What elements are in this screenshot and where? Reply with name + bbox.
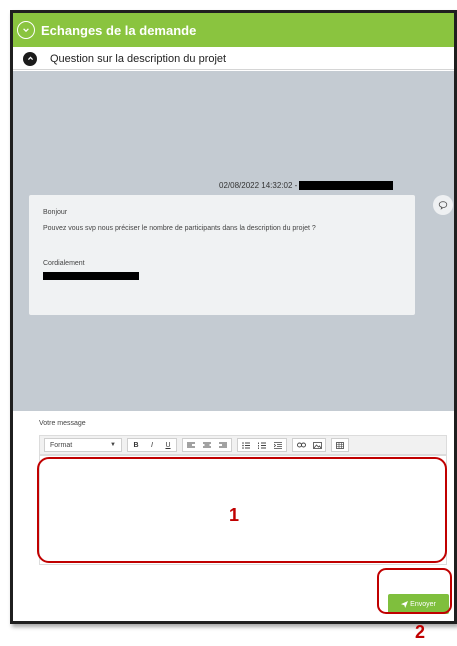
dropdown-arrow-icon: ▼ <box>110 442 116 448</box>
message-body: Pouvez vous svp nous préciser le nombre … <box>43 225 316 232</box>
message-thread[interactable]: 02/08/2022 14:32:02 - Bonjour Pouvez vou… <box>13 71 454 411</box>
redacted-sender <box>299 181 394 190</box>
highlight-editor <box>37 457 447 563</box>
align-left-icon[interactable] <box>183 439 199 451</box>
align-right-icon[interactable] <box>215 439 231 451</box>
format-select-value: Format <box>50 441 73 449</box>
message-timestamp: 02/08/2022 14:32:02 - <box>219 181 298 190</box>
annotation-number: 2 <box>415 622 426 642</box>
redacted-signature <box>43 272 139 280</box>
highlight-send <box>377 568 452 614</box>
indent-icon[interactable] <box>270 439 286 451</box>
section-header[interactable]: Echanges de la demande <box>13 13 454 47</box>
align-group <box>182 438 232 452</box>
italic-button[interactable]: I <box>144 439 160 451</box>
chevron-down-icon[interactable] <box>17 21 35 39</box>
table-group <box>331 438 349 452</box>
thread-header[interactable]: Question sur la description du projet <box>13 48 454 70</box>
text-style-group: B I U <box>127 438 177 452</box>
message-meta: 02/08/2022 14:32:02 - <box>219 181 394 190</box>
reply-icon[interactable] <box>433 195 453 215</box>
format-select[interactable]: Format ▼ <box>44 438 122 452</box>
link-icon[interactable] <box>293 439 309 451</box>
request-exchanges-panel: Echanges de la demande Question sur la d… <box>10 10 457 624</box>
message-label: Votre message <box>39 420 86 427</box>
message-closing: Cordialement <box>43 260 85 267</box>
align-center-icon[interactable] <box>199 439 215 451</box>
insert-group <box>292 438 326 452</box>
bullet-list-icon[interactable] <box>238 439 254 451</box>
bold-button[interactable]: B <box>128 439 144 451</box>
table-icon[interactable] <box>332 439 348 451</box>
message-greeting: Bonjour <box>43 209 68 216</box>
numbered-list-icon[interactable] <box>254 439 270 451</box>
editor-toolbar: Format ▼ B I U <box>39 435 447 455</box>
collapse-icon[interactable] <box>23 51 37 66</box>
image-icon[interactable] <box>309 439 325 451</box>
annotation-number: 1 <box>229 505 240 525</box>
list-group <box>237 438 287 452</box>
message-bubble: Bonjour Pouvez vous svp nous préciser le… <box>29 195 415 315</box>
thread-subject: Question sur la description du projet <box>50 52 227 65</box>
section-title: Echanges de la demande <box>41 22 197 38</box>
underline-button[interactable]: U <box>160 439 176 451</box>
